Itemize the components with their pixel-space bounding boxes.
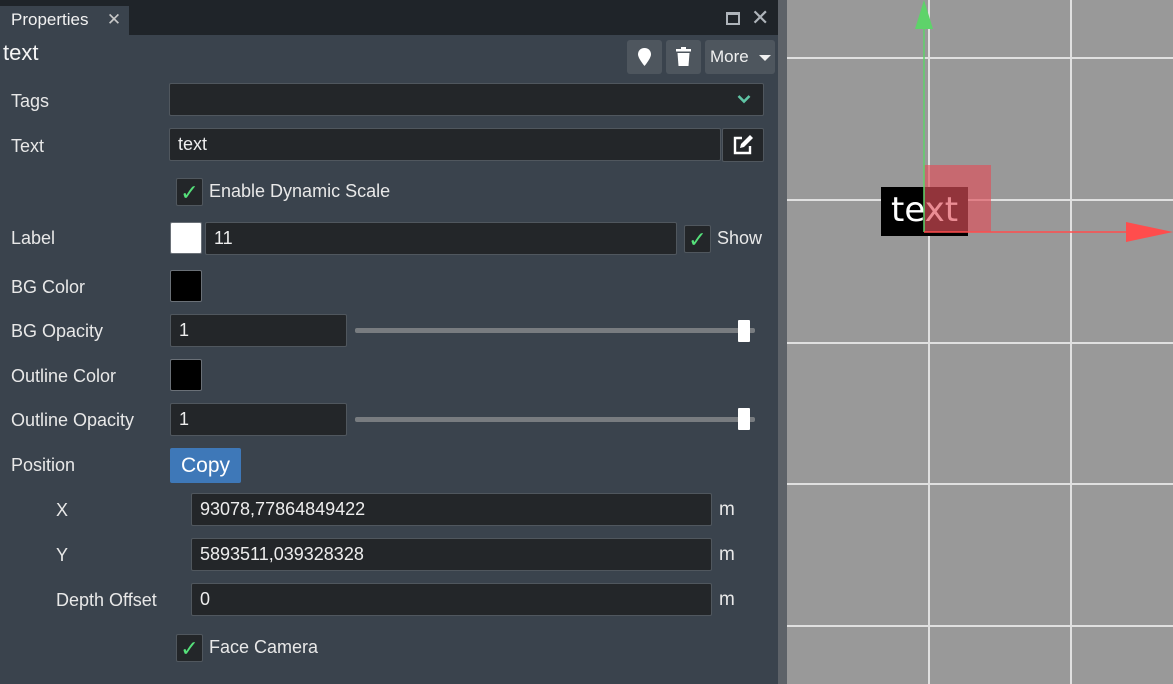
outline-color-label: Outline Color (11, 366, 117, 386)
position-y-label: Y (56, 545, 69, 565)
position-x-input[interactable]: 93078,77864849422 (191, 493, 712, 526)
position-y-unit: m (719, 544, 735, 565)
maximize-icon[interactable] (726, 12, 740, 25)
depth-offset-input[interactable]: 0 (191, 583, 712, 616)
edit-text-button[interactable] (722, 128, 764, 162)
bg-color-swatch[interactable] (170, 270, 202, 302)
face-camera-checkbox[interactable]: ✓ (176, 634, 203, 662)
position-x-label: X (56, 500, 69, 520)
bg-opacity-slider[interactable] (355, 328, 755, 333)
position-x-unit: m (719, 499, 735, 520)
bg-opacity-label: BG Opacity (11, 321, 104, 341)
label-size-input[interactable]: 11 (205, 222, 677, 255)
caret-down-icon (759, 55, 771, 61)
tags-label: Tags (11, 91, 50, 111)
delete-button[interactable] (666, 40, 701, 74)
scene-viewport[interactable]: text (787, 0, 1173, 684)
panel-close-icon[interactable]: ✕ (751, 7, 769, 29)
position-y-input[interactable]: 5893511,039328328 (191, 538, 712, 571)
tags-select[interactable] (169, 83, 764, 116)
dynamic-scale-checkbox[interactable]: ✓ (176, 178, 203, 206)
label-show-checkbox[interactable]: ✓ (684, 225, 711, 253)
bg-color-label: BG Color (11, 277, 86, 297)
tab-close-icon[interactable]: ✕ (106, 10, 122, 30)
outline-color-swatch[interactable] (170, 359, 202, 391)
tab-strip: Properties ✕ ✕ (0, 0, 780, 35)
chevron-down-icon[interactable] (737, 94, 751, 104)
position-label: Position (11, 455, 76, 475)
label-show-label: Show (717, 228, 763, 248)
bg-opacity-slider-thumb[interactable] (738, 320, 750, 342)
object-title: text (3, 40, 39, 65)
transform-gizmo (915, 0, 1173, 242)
depth-offset-unit: m (719, 589, 735, 610)
copy-position-button[interactable]: Copy (170, 448, 241, 483)
panel-splitter[interactable] (778, 0, 787, 684)
label-color-swatch[interactable] (170, 222, 202, 254)
tab-properties[interactable]: Properties ✕ (0, 6, 129, 35)
outline-opacity-input[interactable]: 1 (170, 403, 347, 436)
trash-icon (676, 47, 691, 66)
tab-label: Properties (11, 10, 89, 29)
text-input[interactable]: text (169, 128, 721, 161)
text-label: Text (11, 136, 45, 156)
locate-button[interactable] (627, 40, 662, 74)
outline-opacity-label: Outline Opacity (11, 410, 135, 430)
face-camera-label: Face Camera (209, 637, 319, 657)
more-button[interactable]: More (705, 40, 775, 74)
more-label: More (710, 47, 749, 66)
outline-opacity-slider[interactable] (355, 417, 755, 422)
map-pin-icon (638, 48, 651, 66)
edit-icon (733, 135, 753, 155)
depth-offset-label: Depth Offset (56, 590, 157, 610)
dynamic-scale-label: Enable Dynamic Scale (209, 181, 391, 201)
label-label: Label (11, 228, 56, 248)
properties-panel: Properties ✕ ✕ text More Tags Text text (0, 0, 787, 684)
x-axis-arrow-icon[interactable] (1126, 222, 1173, 242)
outline-opacity-slider-thumb[interactable] (738, 408, 750, 430)
bg-opacity-input[interactable]: 1 (170, 314, 347, 347)
y-axis-arrow-icon[interactable] (915, 0, 933, 29)
